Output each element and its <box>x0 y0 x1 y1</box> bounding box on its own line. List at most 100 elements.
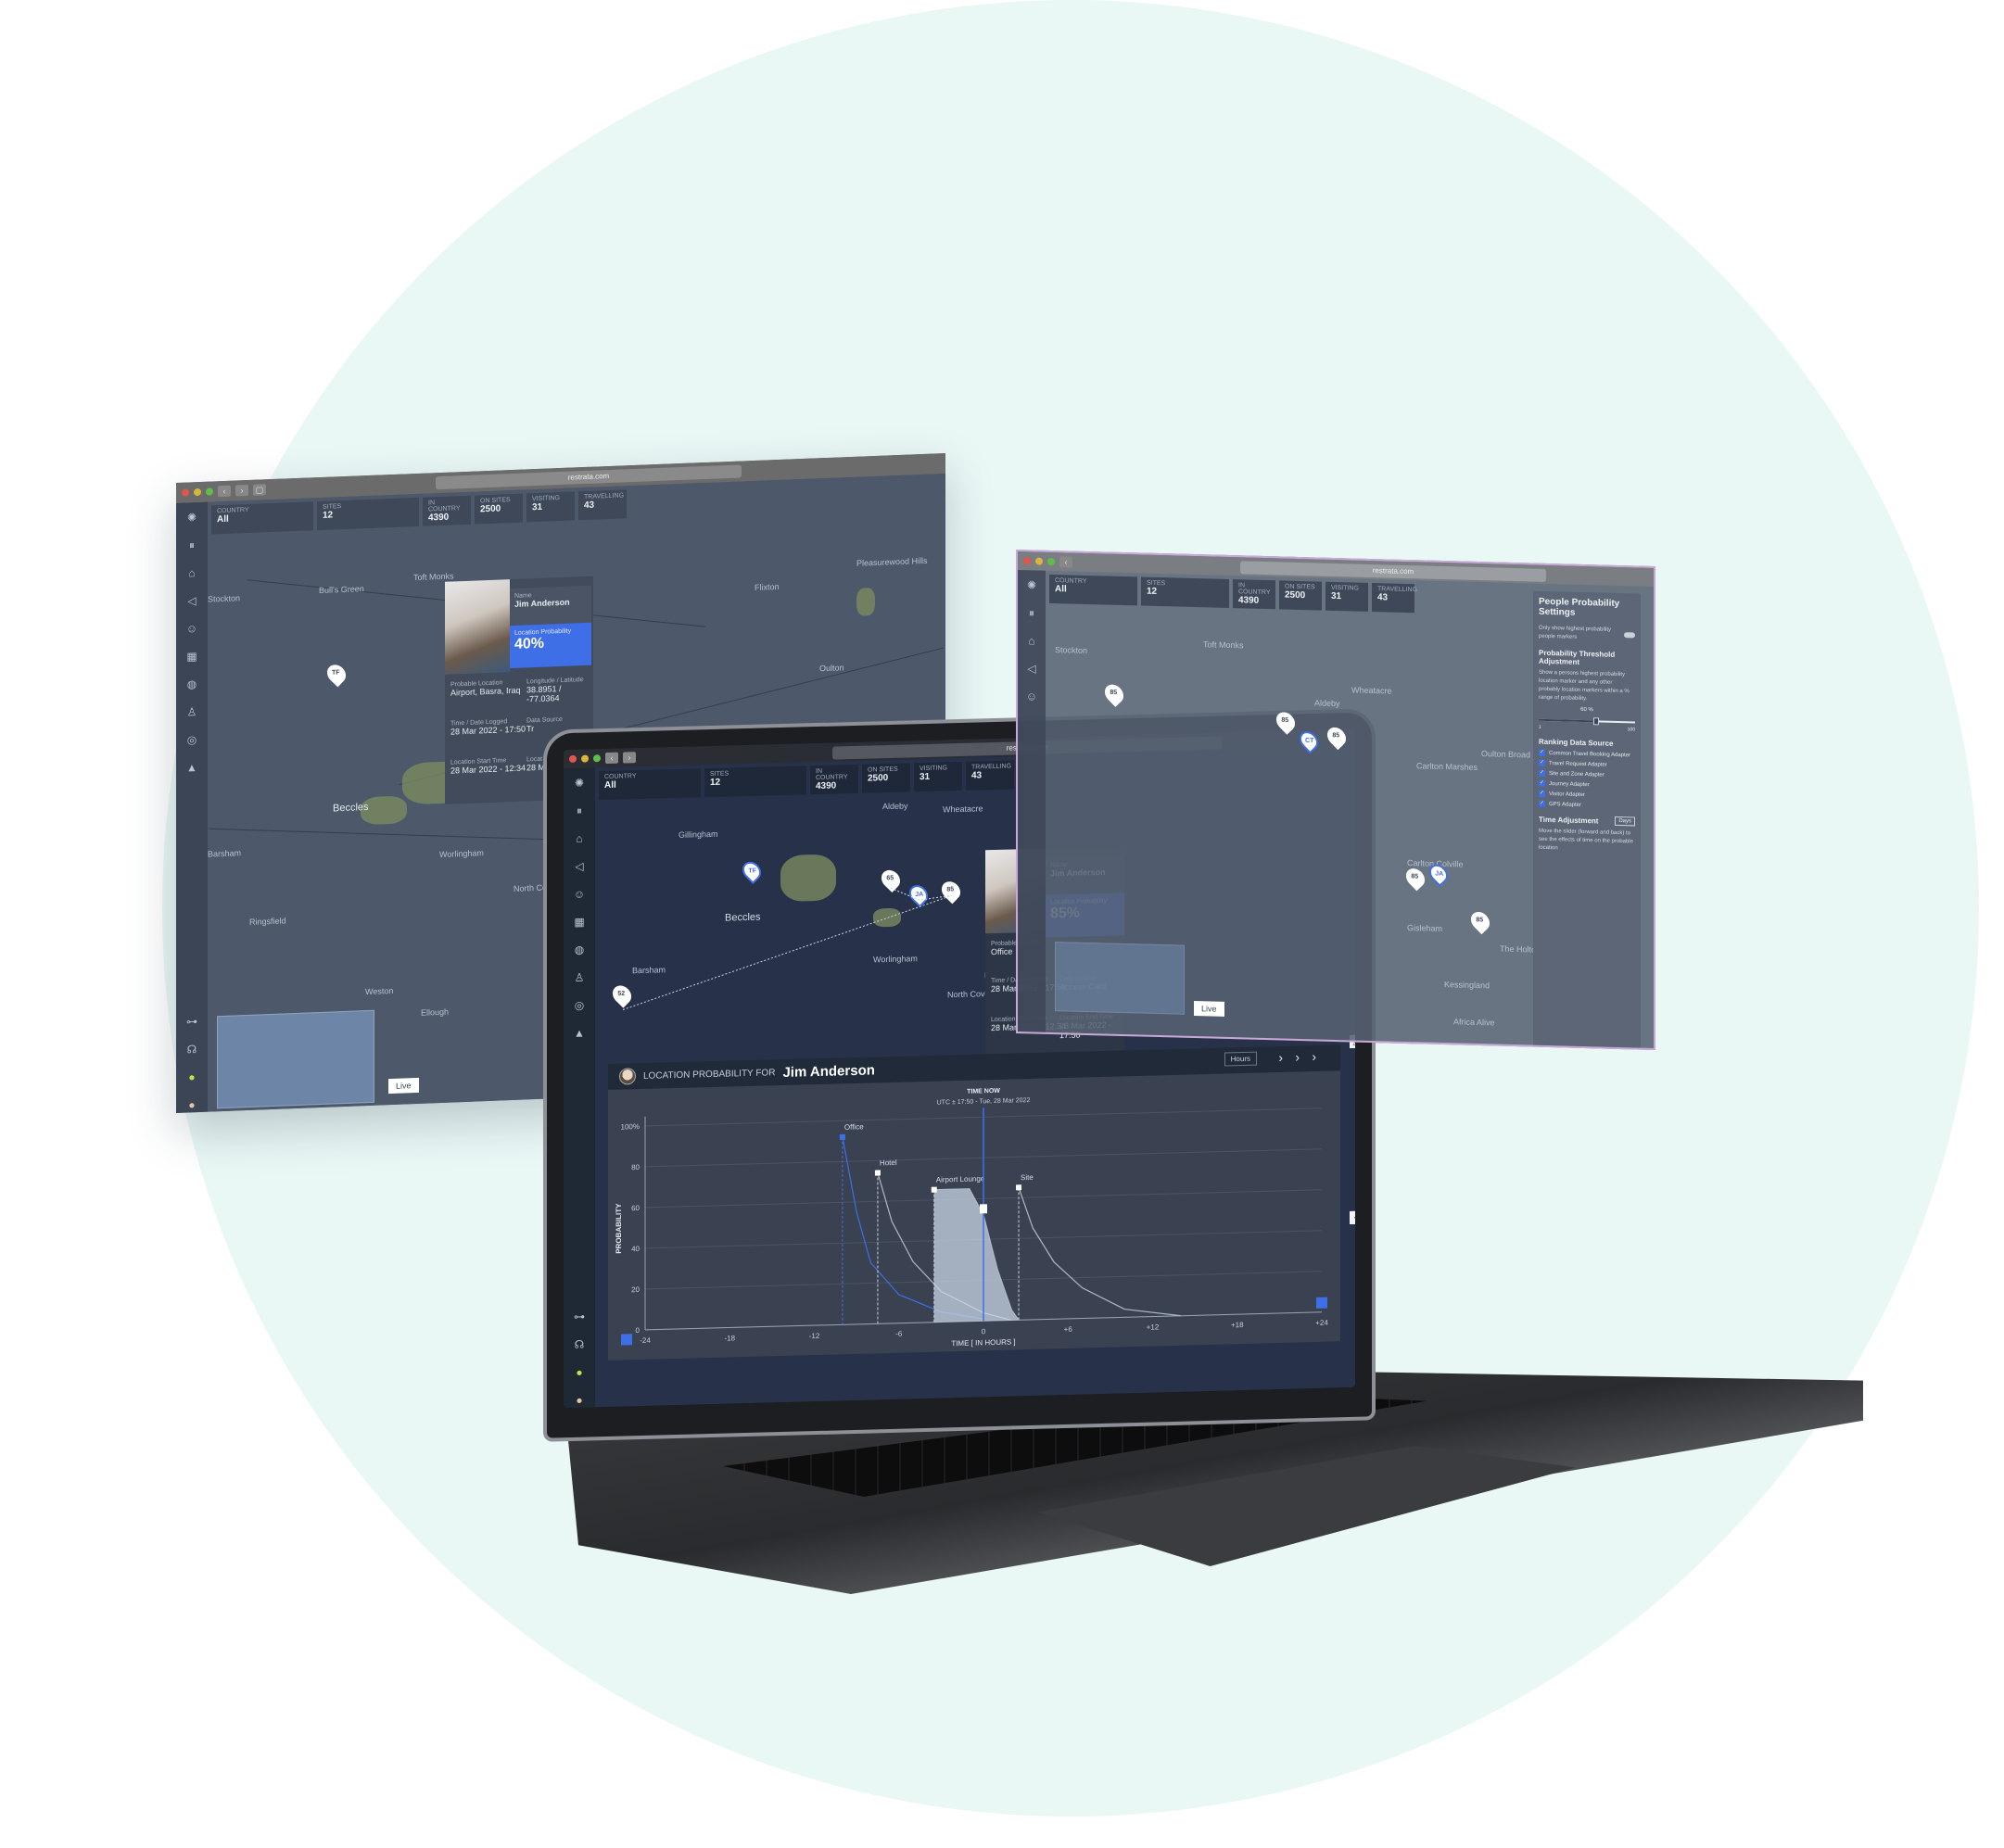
stat-visiting[interactable]: VISITING 31 <box>1325 581 1368 612</box>
forward-button[interactable]: › <box>623 752 636 764</box>
map-pin-site[interactable]: TF <box>323 661 350 688</box>
buildings-icon[interactable]: ⌂ <box>184 565 199 581</box>
stat-on-sites[interactable]: ON SITES 2500 <box>862 763 910 793</box>
source-checkbox[interactable]: ✓ Common Travel Booking Adapter <box>1539 749 1635 759</box>
minimize-dot[interactable] <box>581 754 589 763</box>
stat-on-sites[interactable]: ON SITES 2500 <box>1279 580 1322 611</box>
stat-visiting[interactable]: VISITING 31 <box>526 491 575 523</box>
forward-button[interactable]: › <box>235 484 248 497</box>
back-button[interactable]: ‹ <box>1059 556 1072 568</box>
stat-visiting[interactable]: VISITING 31 <box>914 761 962 792</box>
map-pin-probability[interactable]: 85 <box>1323 723 1351 751</box>
analytics-icon[interactable]: ▲ <box>572 1026 587 1041</box>
pause-icon[interactable]: ⏸ <box>572 804 587 818</box>
maximize-dot[interactable] <box>1047 557 1055 566</box>
minimize-dot[interactable] <box>1035 557 1043 565</box>
megaphone-icon[interactable]: ◁ <box>1024 661 1039 676</box>
stat-in-country[interactable]: IN COUNTRY 4390 <box>810 764 858 795</box>
minimize-dot[interactable] <box>194 487 201 497</box>
globe-icon[interactable]: ◍ <box>572 943 587 957</box>
maximize-dot[interactable] <box>206 487 213 496</box>
y-axis-label: PROBABILITY <box>615 1203 623 1254</box>
only-highest-toggle[interactable] <box>1624 632 1635 639</box>
traveller-icon[interactable]: ♙ <box>184 704 199 720</box>
world-minimap[interactable] <box>217 1009 374 1109</box>
megaphone-icon[interactable]: ◁ <box>184 593 199 609</box>
source-checkbox[interactable]: ✓ Journey Adapter <box>1539 779 1635 790</box>
factory-icon[interactable]: ▦ <box>572 915 587 930</box>
country-dropdown[interactable]: COUNTRY All <box>599 768 701 801</box>
time-unit-dropdown[interactable]: Days <box>1615 816 1635 827</box>
sites-dropdown[interactable]: SITES 12 <box>704 766 806 798</box>
close-dot[interactable] <box>1023 557 1031 565</box>
stat-travelling[interactable]: TRAVELLING 43 <box>1372 583 1417 614</box>
sidebar-toggle-icon[interactable]: ▢ <box>253 484 266 496</box>
megaphone-icon[interactable]: ◁ <box>572 859 587 874</box>
support-icon[interactable]: ☊ <box>184 1042 199 1057</box>
traveller-icon[interactable]: ♙ <box>572 970 587 985</box>
factory-icon[interactable]: ▦ <box>184 649 199 665</box>
live-button[interactable]: Live <box>1194 1000 1224 1017</box>
sites-dropdown[interactable]: SITES 12 <box>317 497 419 531</box>
map-pin-probability[interactable]: 85 <box>1466 907 1494 935</box>
source-checkbox[interactable]: ✓ Travel Request Adapter <box>1539 759 1635 769</box>
stat-travelling[interactable]: TRAVELLING 43 <box>578 489 627 521</box>
stat-in-country[interactable]: IN COUNTRY 4390 <box>1233 579 1275 610</box>
x-tick-label: -18 <box>724 1334 735 1342</box>
time-adjustment-title: Time Adjustment <box>1539 815 1599 825</box>
logo-icon[interactable]: ✺ <box>1024 577 1039 592</box>
world-minimap[interactable] <box>1055 942 1185 1015</box>
map-pin-probability[interactable]: 85 <box>1402 865 1429 892</box>
pause-icon[interactable]: ⏸ <box>184 538 199 553</box>
route-icon[interactable]: ⊶ <box>572 1310 587 1324</box>
map-pin-probability[interactable]: 85 <box>1100 680 1128 707</box>
stat-in-country[interactable]: IN COUNTRY 4390 <box>423 495 471 526</box>
source-checkbox[interactable]: ✓ Site and Zone Adapter <box>1539 769 1635 779</box>
buildings-icon[interactable]: ⌂ <box>572 831 587 846</box>
alert-icon[interactable]: ◎ <box>572 998 587 1013</box>
logo-icon[interactable]: ✺ <box>184 510 199 525</box>
chevron-right-icon[interactable]: › <box>1278 1050 1283 1065</box>
alert-icon[interactable]: ◎ <box>184 732 199 748</box>
route-icon[interactable]: ⊶ <box>184 1014 199 1030</box>
stat-travelling[interactable]: TRAVELLING 43 <box>966 760 1014 791</box>
user-avatar[interactable]: ● <box>572 1393 587 1408</box>
maximize-dot[interactable] <box>593 754 601 763</box>
people-icon[interactable]: ☺ <box>1024 689 1039 703</box>
chart-person-name: Jim Anderson <box>782 1061 875 1081</box>
source-checkbox[interactable]: ✓ GPS Adapter <box>1539 800 1635 810</box>
globe-icon[interactable]: ◍ <box>184 677 199 692</box>
status-icon[interactable]: ● <box>572 1365 587 1380</box>
map-pin-site[interactable]: CT <box>1295 728 1323 754</box>
map-pin-probability[interactable]: 85 <box>1272 708 1300 735</box>
people-icon[interactable]: ☺ <box>572 887 587 902</box>
user-avatar[interactable]: ● <box>184 1097 199 1113</box>
chevron-right-icon[interactable]: › <box>1295 1049 1300 1064</box>
back-button[interactable]: ‹ <box>218 485 231 498</box>
country-dropdown[interactable]: COUNTRY All <box>1049 574 1137 606</box>
back-button[interactable]: ‹ <box>605 752 618 765</box>
series-area <box>933 1188 1020 1323</box>
zoom-out-button[interactable]: − <box>1350 1210 1355 1224</box>
people-icon[interactable]: ☺ <box>184 621 199 637</box>
place-label: Africa Alive <box>1453 1017 1495 1028</box>
support-icon[interactable]: ☊ <box>572 1337 587 1352</box>
pause-icon[interactable]: ⏸ <box>1024 605 1039 620</box>
x-tick-label: +24 <box>1315 1319 1328 1327</box>
address-bar[interactable]: restrata.com <box>1240 561 1546 582</box>
country-dropdown[interactable]: COUNTRY All <box>211 501 313 535</box>
close-dot[interactable] <box>569 754 577 764</box>
time-unit-select[interactable]: Hours <box>1224 1051 1257 1067</box>
stat-on-sites[interactable]: ON SITES 2500 <box>475 493 523 525</box>
status-icon[interactable]: ● <box>184 1070 199 1085</box>
probability-chart[interactable]: 0 20 40 60 80 100% PROBABILITY -24 -18 -12 -6 0 +6 +… <box>608 1070 1340 1361</box>
threshold-title: Probability Threshold Adjustment <box>1539 648 1616 666</box>
sites-dropdown[interactable]: SITES 12 <box>1141 576 1229 608</box>
live-button[interactable]: Live <box>388 1077 419 1095</box>
analytics-icon[interactable]: ▲ <box>184 760 199 776</box>
source-checkbox[interactable]: ✓ Visitor Adapter <box>1539 790 1635 800</box>
logo-icon[interactable]: ✺ <box>572 776 587 791</box>
buildings-icon[interactable]: ⌂ <box>1024 633 1039 648</box>
close-dot[interactable] <box>182 488 189 497</box>
chevron-right-icon[interactable]: › <box>1312 1049 1316 1064</box>
